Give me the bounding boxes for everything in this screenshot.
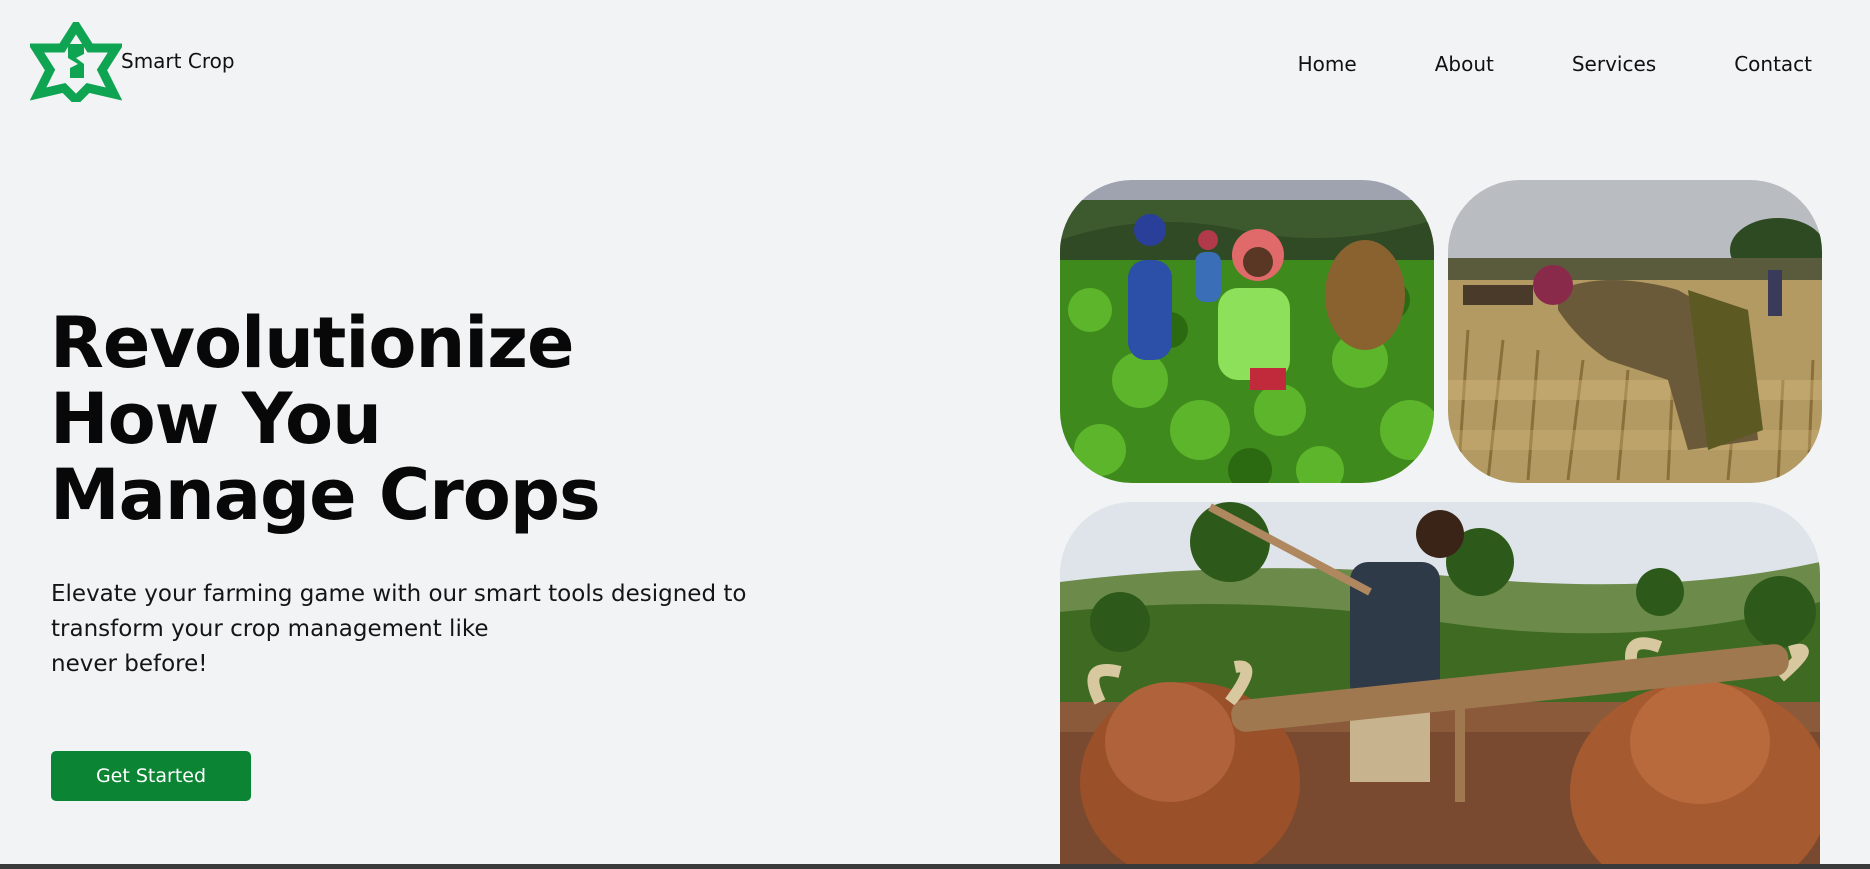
get-started-button[interactable]: Get Started <box>51 751 251 801</box>
main-nav: Home About Services Contact <box>1298 50 1812 78</box>
tea-pickers-photo <box>1060 180 1434 483</box>
logo[interactable] <box>30 22 122 102</box>
hero-description: Elevate your farming game with our smart… <box>51 577 771 682</box>
hero-description-line: Elevate your farming game with our smart… <box>51 581 747 607</box>
hero-title: Revolutionize How You Manage Crops <box>50 305 750 533</box>
nav-contact[interactable]: Contact <box>1734 50 1812 78</box>
brand-name: Smart Crop <box>121 49 235 73</box>
hero-description-line: transform your crop management like <box>51 616 489 642</box>
nav-services[interactable]: Services <box>1572 50 1656 78</box>
hero-title-line: How You <box>50 378 382 460</box>
oxen-plowing-photo <box>1060 502 1820 866</box>
nav-about[interactable]: About <box>1435 50 1494 78</box>
wheat-harvester-photo <box>1448 180 1822 483</box>
hero-title-line: Revolutionize <box>50 302 575 384</box>
hero-description-line: never before! <box>51 651 208 677</box>
hero-title-line: Manage Crops <box>50 454 601 536</box>
bottom-edge-bar <box>0 864 1870 869</box>
star-logo-icon <box>30 22 122 102</box>
nav-home[interactable]: Home <box>1298 50 1357 78</box>
